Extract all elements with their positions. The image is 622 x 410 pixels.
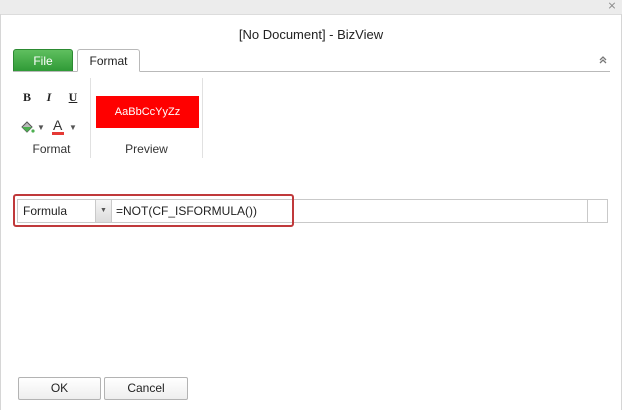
condition-type-value: Formula [23, 204, 68, 218]
tab-format[interactable]: Format [77, 49, 140, 72]
preview-group-label: Preview [125, 142, 168, 156]
font-color-letter: A [53, 117, 63, 133]
formula-input[interactable]: =NOT(CF_ISFORMULA()) [116, 200, 586, 222]
collapse-ribbon-icon[interactable] [598, 55, 608, 65]
format-group: B I U ▼ A ▼ Format [13, 78, 91, 158]
condition-row: Formula ▼ =NOT(CF_ISFORMULA()) [17, 199, 608, 223]
row-action-button[interactable] [587, 200, 607, 222]
window-chrome-bar: ⨯ [0, 0, 622, 15]
underline-button[interactable]: U [65, 89, 81, 105]
left-border [0, 14, 1, 410]
close-icon[interactable]: ⨯ [606, 0, 618, 12]
cancel-button[interactable]: Cancel [104, 377, 188, 400]
dropdown-arrow-icon[interactable]: ▼ [95, 200, 111, 222]
font-color-bar [52, 132, 64, 135]
bold-button[interactable]: B [19, 89, 35, 105]
preview-sample: AaBbCcYyZz [96, 96, 199, 128]
preview-group: AaBbCcYyZz Preview [91, 78, 203, 158]
window-title: [No Document] - BizView [238, 27, 384, 42]
chevron-down-icon: ▼ [37, 123, 45, 132]
italic-button[interactable]: I [41, 89, 57, 105]
paint-bucket-icon [21, 121, 35, 133]
ribbon-panel: B I U ▼ A ▼ Format AaBbCcYyZz Preview [13, 71, 610, 161]
fill-color-button[interactable]: ▼ [19, 118, 49, 136]
font-color-button[interactable]: A ▼ [51, 117, 81, 136]
chevron-down-icon: ▼ [69, 123, 77, 132]
tab-file[interactable]: File [13, 49, 73, 72]
format-group-label: Format [32, 142, 71, 156]
ok-button[interactable]: OK [18, 377, 101, 400]
